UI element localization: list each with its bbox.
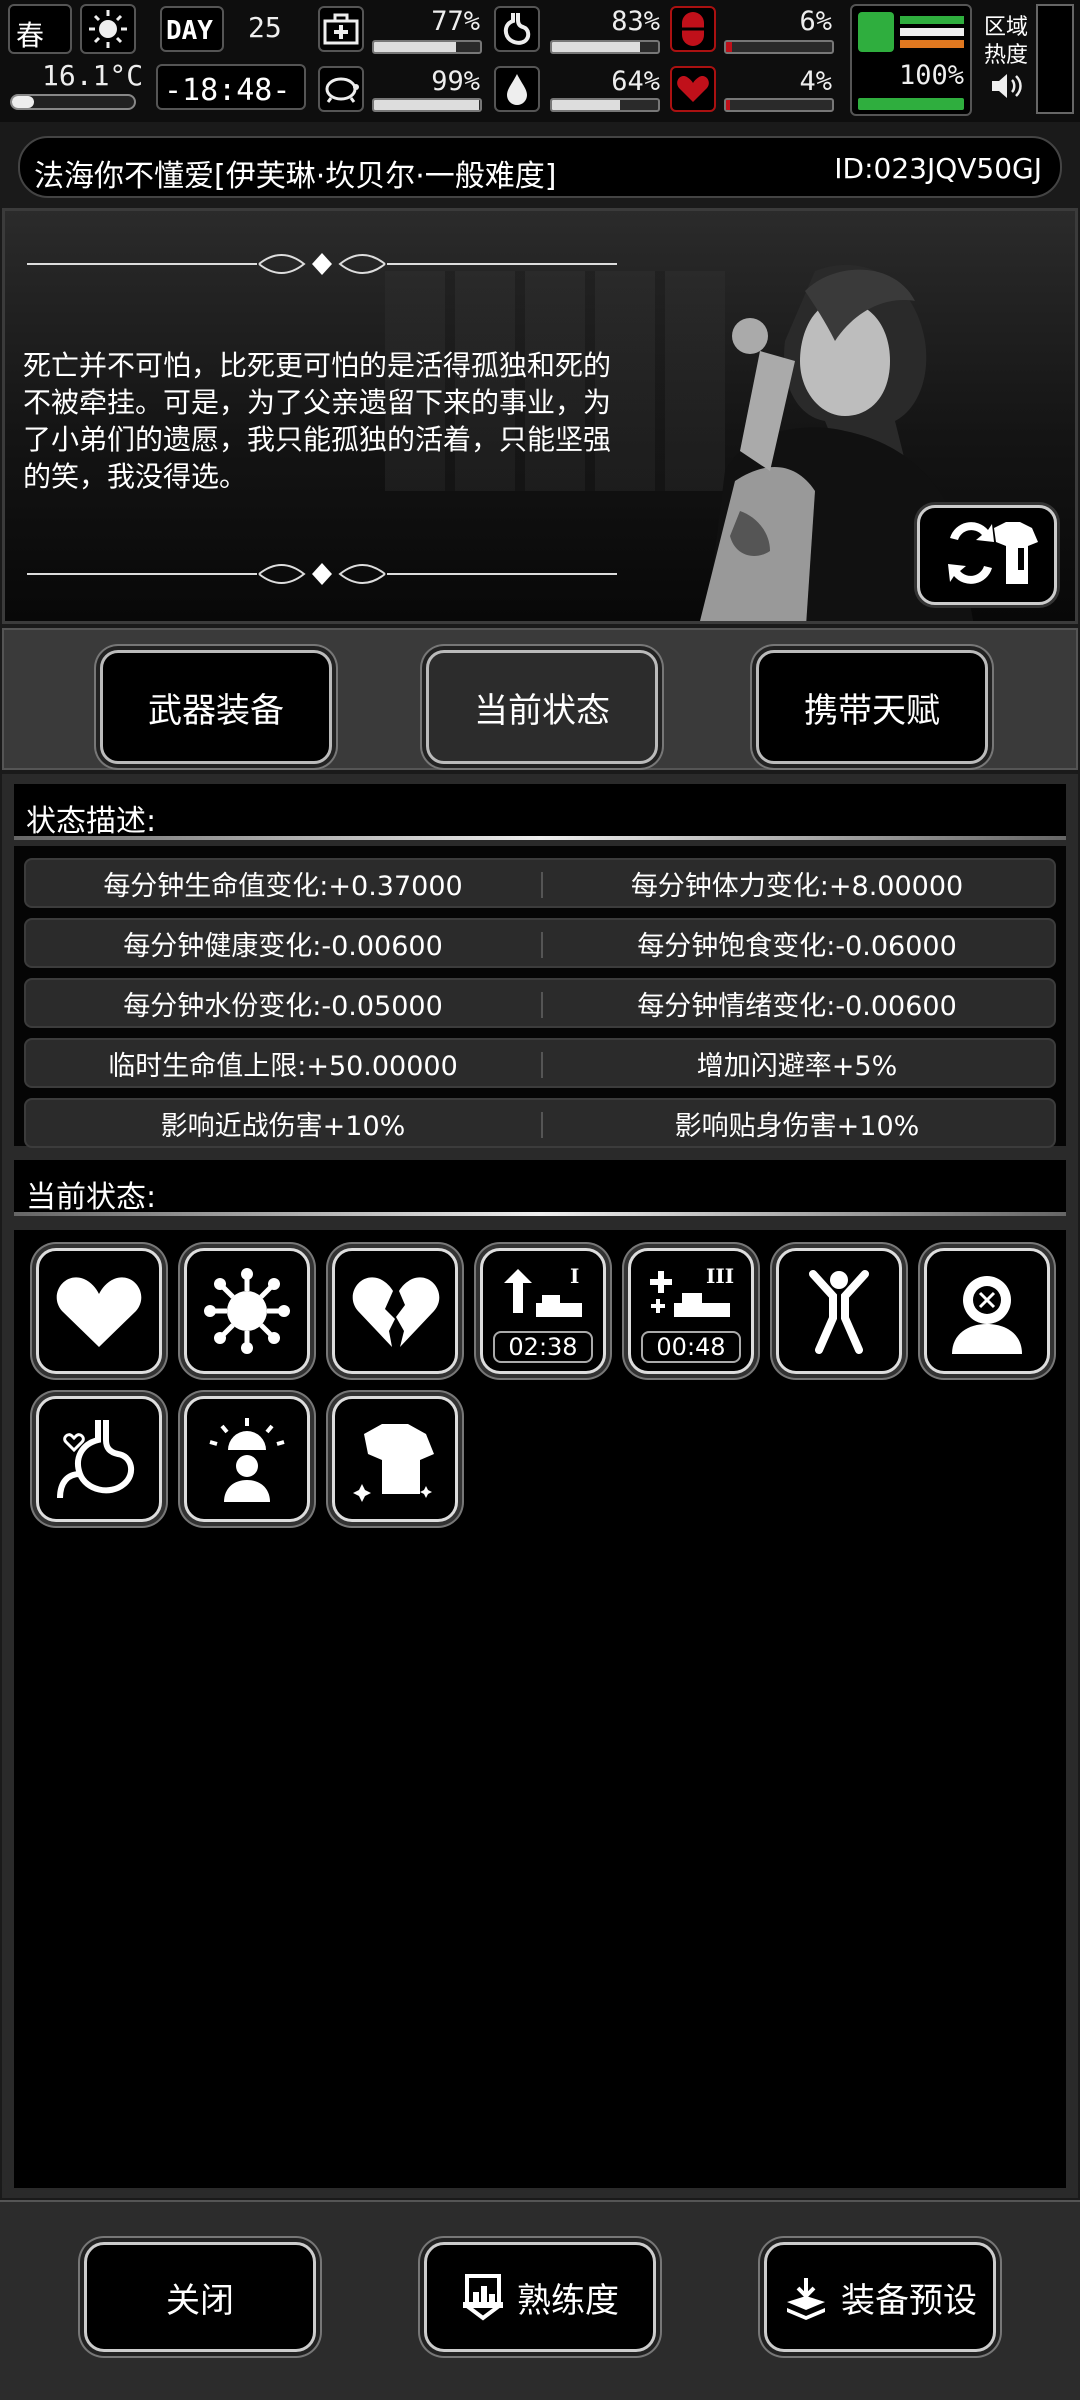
stat-stamina-per-minute: 每分钟体力变化:+8.00000 xyxy=(630,870,964,902)
day-label: DAY xyxy=(166,16,213,46)
temperature-gauge xyxy=(10,94,136,110)
health-status-bar xyxy=(372,98,482,112)
preset-download-icon xyxy=(787,2278,825,2320)
clock-box: -18:48- xyxy=(156,64,306,110)
outfit-swap-icon xyxy=(948,522,1038,584)
sun-icon xyxy=(80,4,136,54)
stamina-bar xyxy=(858,98,964,110)
tab-carried-talents[interactable]: 携带天赋 xyxy=(756,650,988,764)
zone-heat-label: 区域热度 xyxy=(984,15,1029,68)
stat-row: 临时生命值上限:+50.00000 增加闪避率+5% xyxy=(24,1038,1056,1088)
satiety-bar xyxy=(550,40,660,54)
status-description-heading: 状态描述: xyxy=(14,784,1066,840)
character-quote: 死亡并不可怕，比死更可怕的是活得孤独和死的不被牵挂。可是，为了父亲遗留下来的事业… xyxy=(23,349,612,493)
alarm-person-status-icon[interactable] xyxy=(184,1396,310,1522)
stat-close-damage: 影响贴身伤害+10% xyxy=(674,1110,920,1142)
medical-three-status-icon[interactable]: III 00:48 xyxy=(628,1248,754,1374)
stomach-love-status-icon[interactable] xyxy=(36,1396,162,1522)
virus-status-icon[interactable] xyxy=(184,1248,310,1374)
status-description-list: 每分钟生命值变化:+0.37000 每分钟体力变化:+8.00000 每分钟健康… xyxy=(14,846,1066,1148)
svg-text:III: III xyxy=(706,1264,734,1288)
stat-health-per-minute: 每分钟健康变化:-0.00600 xyxy=(123,930,443,962)
bottom-action-bar: 关闭 熟练度 装备预设 xyxy=(0,2200,1080,2400)
shirt-sparkle-status-icon[interactable] xyxy=(332,1396,458,1522)
day-badge: DAY xyxy=(160,6,224,52)
player-id: ID:023JQV50GJ xyxy=(834,152,1042,185)
head-mind-status-icon[interactable] xyxy=(924,1248,1050,1374)
status-timer: 02:38 xyxy=(493,1331,593,1363)
temperature-readout: 16.1°C xyxy=(42,59,144,92)
tab-weapons-equipment[interactable]: 武器装备 xyxy=(100,650,332,764)
top-status-bar: 春 16.1°C DAY 25 -18:48- 77% 83% 6% 99% 6… xyxy=(0,0,1080,122)
stamina-box: 100% xyxy=(850,4,972,116)
speaker-icon[interactable] xyxy=(990,72,1024,100)
equipment-preset-button[interactable]: 装备预设 xyxy=(764,2242,996,2352)
change-outfit-button[interactable] xyxy=(917,505,1057,605)
stat-satiety-per-minute: 每分钟饱食变化:-0.06000 xyxy=(637,930,957,962)
zone-heat-meter xyxy=(1036,4,1074,114)
health-status-percent: 99% xyxy=(431,66,480,97)
stat-row: 每分钟生命值变化:+0.37000 每分钟体力变化:+8.00000 xyxy=(24,858,1056,908)
ornament-divider-top xyxy=(27,253,617,275)
stat-temp-hp-cap: 临时生命值上限:+50.00000 xyxy=(108,1050,458,1082)
close-label: 关闭 xyxy=(166,2280,234,2321)
clock-time: -18:48- xyxy=(164,73,291,108)
status-main-panel: 状态描述: 每分钟生命值变化:+0.37000 每分钟体力变化:+8.00000… xyxy=(2,774,1078,2198)
boot-icon xyxy=(858,12,894,52)
heart-status-icon[interactable] xyxy=(36,1248,162,1374)
proficiency-label: 熟练度 xyxy=(517,2280,619,2321)
stat-row: 影响近战伤害+10% 影响贴身伤害+10% xyxy=(24,1098,1056,1148)
level-up-one-status-icon[interactable]: I 02:38 xyxy=(480,1248,606,1374)
hydration-percent: 64% xyxy=(611,66,660,97)
health-percent: 77% xyxy=(431,6,480,37)
preset-label: 装备预设 xyxy=(841,2280,977,2321)
proficiency-button[interactable]: 熟练度 xyxy=(424,2242,656,2352)
broken-heart-status-icon[interactable] xyxy=(332,1248,458,1374)
mood-percent: 4% xyxy=(799,66,832,97)
mood-bar xyxy=(724,98,834,112)
season-box: 春 xyxy=(8,4,72,54)
character-story-panel: 死亡并不可怕，比死更可怕的是活得孤独和死的不被牵挂。可是，为了父亲遗留下来的事业… xyxy=(2,208,1078,624)
health-bar xyxy=(372,40,482,54)
infection-percent: 6% xyxy=(799,6,832,37)
stat-mood-per-minute: 每分钟情绪变化:-0.00600 xyxy=(637,990,957,1022)
svg-text:I: I xyxy=(570,1264,579,1288)
current-status-heading: 当前状态: xyxy=(14,1160,1066,1216)
day-number: 25 xyxy=(248,11,282,44)
hydration-bar xyxy=(550,98,660,112)
stat-row: 每分钟水份变化:-0.05000 每分钟情绪变化:-0.00600 xyxy=(24,978,1056,1028)
tab-current-status[interactable]: 当前状态 xyxy=(426,650,658,764)
character-title-bar: 法海你不懂爱[伊芙琳·坎贝尔·一般难度] ID:023JQV50GJ xyxy=(18,136,1062,198)
infection-bar xyxy=(724,40,834,54)
status-timer: 00:48 xyxy=(641,1331,741,1363)
stat-hp-per-minute: 每分钟生命值变化:+0.37000 xyxy=(103,870,463,902)
proficiency-icon xyxy=(463,2274,503,2321)
stat-water-per-minute: 每分钟水份变化:-0.05000 xyxy=(123,990,443,1022)
stat-row: 每分钟健康变化:-0.00600 每分钟饱食变化:-0.06000 xyxy=(24,918,1056,968)
stamina-percent: 100% xyxy=(898,60,964,91)
season-label: 春 xyxy=(16,19,45,52)
tab-bar: 武器装备 当前状态 携带天赋 xyxy=(2,628,1078,770)
character-name: 法海你不懂爱[伊芙琳·坎贝尔·一般难度] xyxy=(34,159,557,194)
stat-dodge-bonus: 增加闪避率+5% xyxy=(696,1050,898,1082)
stretch-figure-status-icon[interactable] xyxy=(776,1248,902,1374)
stat-melee-damage: 影响近战伤害+10% xyxy=(160,1110,406,1142)
satiety-percent: 83% xyxy=(611,6,660,37)
ornament-divider-bottom xyxy=(27,563,617,585)
current-status-grid: I 02:38 III 00:48 xyxy=(14,1230,1066,2188)
close-button[interactable]: 关闭 xyxy=(84,2242,316,2352)
